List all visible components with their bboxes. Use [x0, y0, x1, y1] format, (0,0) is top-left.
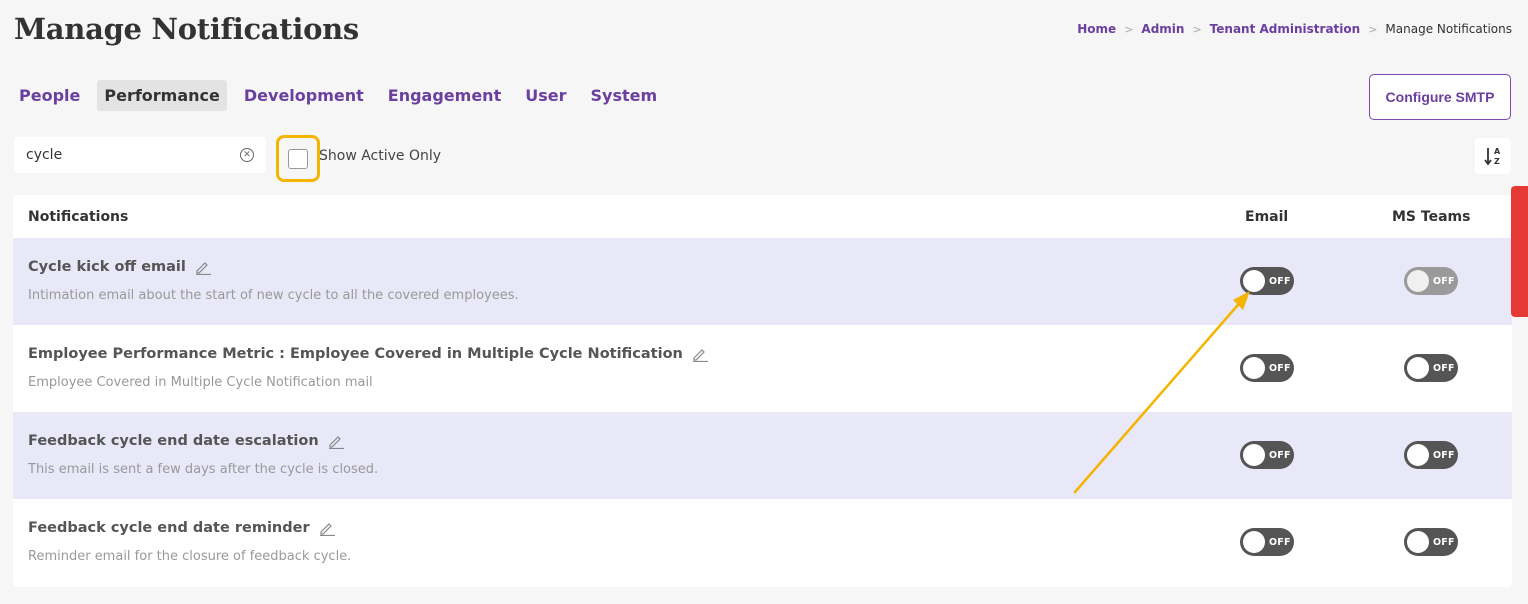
- breadcrumb-separator-icon: >: [1192, 22, 1202, 36]
- toggle-state: OFF: [1433, 449, 1455, 461]
- page-title: Manage Notifications: [14, 12, 359, 46]
- toggle-state: OFF: [1269, 362, 1291, 374]
- breadcrumb-separator-icon: >: [1124, 22, 1134, 36]
- tab-engagement[interactable]: Engagement: [381, 80, 508, 111]
- toggle-state: OFF: [1269, 449, 1291, 461]
- notification-title: Feedback cycle end date escalation: [28, 433, 319, 449]
- breadcrumb-admin[interactable]: Admin: [1141, 22, 1184, 36]
- search-value[interactable]: cycle: [26, 147, 240, 163]
- toggle-knob: [1243, 531, 1265, 553]
- notification-description: Intimation email about the start of new …: [28, 288, 519, 303]
- notifications-table: Notifications Email MS Teams Cycle kick …: [13, 195, 1512, 587]
- notification-title: Feedback cycle end date reminder: [28, 520, 310, 536]
- show-active-checkbox[interactable]: [288, 148, 308, 169]
- notification-title: Employee Performance Metric : Employee C…: [28, 346, 683, 362]
- notification-description: This email is sent a few days after the …: [28, 462, 379, 477]
- tab-people[interactable]: People: [12, 80, 87, 111]
- ms-teams-toggle[interactable]: OFF: [1404, 441, 1458, 469]
- table-row: Feedback cycle end date reminder Reminde…: [13, 499, 1512, 586]
- breadcrumb-home[interactable]: Home: [1077, 22, 1116, 36]
- email-toggle[interactable]: OFF: [1240, 441, 1294, 469]
- need-help-side-tab[interactable]: [1511, 186, 1528, 317]
- tab-development[interactable]: Development: [237, 80, 371, 111]
- toggle-state: OFF: [1269, 536, 1291, 548]
- toggle-state: OFF: [1269, 275, 1291, 287]
- toggle-knob: [1407, 444, 1429, 466]
- edit-pencil-icon[interactable]: [194, 259, 212, 275]
- ms-teams-toggle[interactable]: OFF: [1404, 354, 1458, 382]
- toggle-knob: [1243, 270, 1265, 292]
- edit-pencil-icon[interactable]: [318, 520, 336, 536]
- svg-text:Z: Z: [1494, 157, 1500, 166]
- row-title: Feedback cycle end date escalation: [28, 433, 345, 449]
- notification-description: Reminder email for the closure of feedba…: [28, 549, 352, 564]
- show-active-label[interactable]: Show Active Only: [319, 148, 441, 164]
- header-email: Email: [1245, 208, 1289, 225]
- sort-alpha-icon: A Z: [1484, 147, 1501, 166]
- notification-title: Cycle kick off email: [28, 259, 186, 275]
- email-toggle[interactable]: OFF: [1240, 267, 1294, 295]
- toggle-state: OFF: [1433, 362, 1455, 374]
- table-row: Employee Performance Metric : Employee C…: [13, 325, 1512, 412]
- tab-performance[interactable]: Performance: [97, 80, 227, 111]
- toggle-knob: [1407, 270, 1429, 292]
- table-row: Feedback cycle end date escalation This …: [13, 412, 1512, 499]
- toggle-state: OFF: [1433, 536, 1455, 548]
- tab-user[interactable]: User: [518, 80, 573, 111]
- search-input[interactable]: cycle ✕: [14, 137, 266, 173]
- breadcrumb-tenant-administration[interactable]: Tenant Administration: [1210, 22, 1361, 36]
- toggle-knob: [1407, 357, 1429, 379]
- svg-text:A: A: [1494, 147, 1501, 156]
- ms-teams-toggle[interactable]: OFF: [1404, 528, 1458, 556]
- breadcrumb-current: Manage Notifications: [1385, 22, 1512, 36]
- ms-teams-toggle[interactable]: OFF: [1404, 267, 1458, 295]
- toggle-knob: [1243, 444, 1265, 466]
- row-title: Cycle kick off email: [28, 259, 212, 275]
- header-notifications: Notifications: [28, 208, 129, 225]
- notification-description: Employee Covered in Multiple Cycle Notif…: [28, 375, 373, 390]
- breadcrumb-separator-icon: >: [1368, 22, 1378, 36]
- toggle-state: OFF: [1433, 275, 1455, 287]
- row-title: Employee Performance Metric : Employee C…: [28, 346, 709, 362]
- breadcrumb: Home > Admin > Tenant Administration > M…: [1077, 22, 1512, 36]
- header-ms-teams: MS Teams: [1392, 208, 1471, 225]
- table-header: Notifications Email MS Teams: [13, 195, 1512, 238]
- clear-search-icon[interactable]: ✕: [240, 148, 254, 162]
- toggle-knob: [1407, 531, 1429, 553]
- tab-system[interactable]: System: [583, 80, 664, 111]
- table-row: Cycle kick off email Intimation email ab…: [13, 238, 1512, 325]
- show-active-highlight: [276, 135, 320, 182]
- category-tabs: People Performance Development Engagemen…: [12, 80, 674, 111]
- sort-button[interactable]: A Z: [1475, 138, 1511, 174]
- configure-smtp-button[interactable]: Configure SMTP: [1369, 74, 1511, 120]
- edit-pencil-icon[interactable]: [691, 346, 709, 362]
- email-toggle[interactable]: OFF: [1240, 354, 1294, 382]
- row-title: Feedback cycle end date reminder: [28, 520, 336, 536]
- edit-pencil-icon[interactable]: [327, 433, 345, 449]
- toggle-knob: [1243, 357, 1265, 379]
- email-toggle[interactable]: OFF: [1240, 528, 1294, 556]
